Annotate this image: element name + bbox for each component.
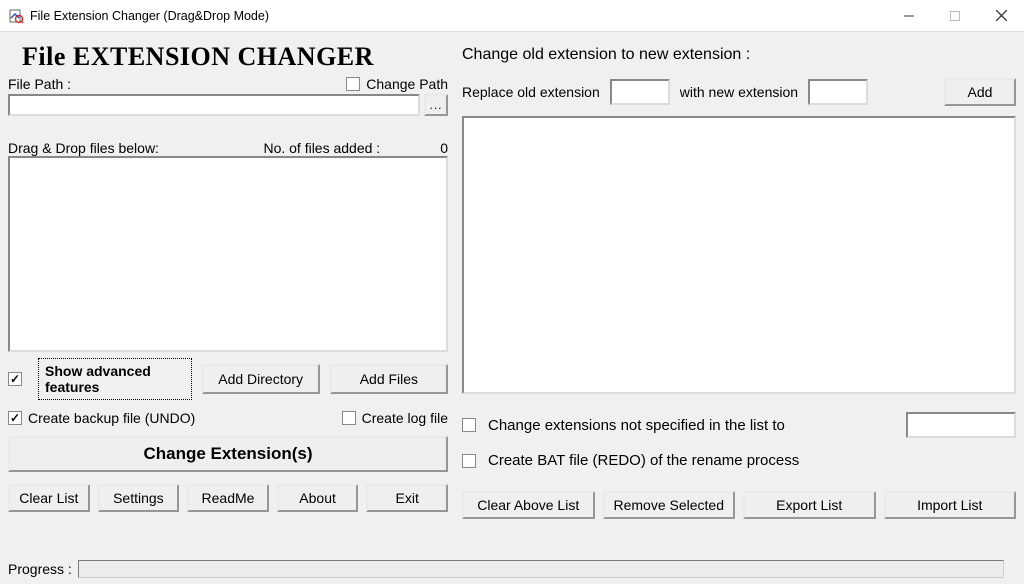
minimize-button[interactable] xyxy=(886,0,932,31)
maximize-button[interactable] xyxy=(932,0,978,31)
create-backup-label: Create backup file (UNDO) xyxy=(28,410,195,426)
change-path-checkbox[interactable] xyxy=(346,77,360,91)
files-count-label: No. of files added : xyxy=(263,140,380,156)
file-path-input[interactable] xyxy=(8,94,420,116)
change-not-specified-checkbox[interactable] xyxy=(462,418,476,432)
add-mapping-button[interactable]: Add xyxy=(944,78,1016,106)
right-heading: Change old extension to new extension : xyxy=(462,46,1016,64)
app-heading: File EXTENSION CHANGER xyxy=(22,42,448,72)
browse-button[interactable]: ... xyxy=(424,94,448,116)
about-button[interactable]: About xyxy=(277,484,359,512)
files-listbox[interactable] xyxy=(8,156,448,352)
create-bat-label: Create BAT file (REDO) of the rename pro… xyxy=(488,452,799,469)
progress-bar xyxy=(78,560,1004,578)
titlebar: File Extension Changer (Drag&Drop Mode) xyxy=(0,0,1024,32)
replace-old-label: Replace old extension xyxy=(462,84,600,100)
old-extension-input[interactable] xyxy=(610,79,670,105)
readme-button[interactable]: ReadMe xyxy=(187,484,269,512)
exit-button[interactable]: Exit xyxy=(366,484,448,512)
progress-label: Progress : xyxy=(8,561,72,577)
settings-button[interactable]: Settings xyxy=(98,484,180,512)
window-title: File Extension Changer (Drag&Drop Mode) xyxy=(30,9,886,23)
clear-above-list-button[interactable]: Clear Above List xyxy=(462,491,595,519)
close-button[interactable] xyxy=(978,0,1024,31)
remove-selected-button[interactable]: Remove Selected xyxy=(603,491,736,519)
create-log-label: Create log file xyxy=(362,410,448,426)
mapping-listbox[interactable] xyxy=(462,116,1016,394)
show-advanced-label: Show advanced features xyxy=(38,358,192,400)
drag-drop-label: Drag & Drop files below: xyxy=(8,140,159,156)
export-list-button[interactable]: Export List xyxy=(743,491,876,519)
app-icon xyxy=(8,8,24,24)
create-bat-checkbox[interactable] xyxy=(462,454,476,468)
import-list-button[interactable]: Import List xyxy=(884,491,1017,519)
fallback-extension-input[interactable] xyxy=(906,412,1016,438)
create-log-checkbox[interactable] xyxy=(342,411,356,425)
create-backup-checkbox[interactable] xyxy=(8,411,22,425)
client-area: File EXTENSION CHANGER File Path : Chang… xyxy=(0,32,1024,584)
with-new-label: with new extension xyxy=(680,84,798,100)
new-extension-input[interactable] xyxy=(808,79,868,105)
add-directory-button[interactable]: Add Directory xyxy=(202,364,320,394)
files-count-value: 0 xyxy=(440,140,448,156)
add-files-button[interactable]: Add Files xyxy=(330,364,448,394)
file-path-label: File Path : xyxy=(8,76,71,92)
show-advanced-checkbox[interactable] xyxy=(8,372,22,386)
change-path-label: Change Path xyxy=(366,76,448,92)
change-not-specified-label: Change extensions not specified in the l… xyxy=(488,417,785,434)
change-extensions-button[interactable]: Change Extension(s) xyxy=(8,436,448,472)
clear-list-button[interactable]: Clear List xyxy=(8,484,90,512)
window-controls xyxy=(886,0,1024,31)
